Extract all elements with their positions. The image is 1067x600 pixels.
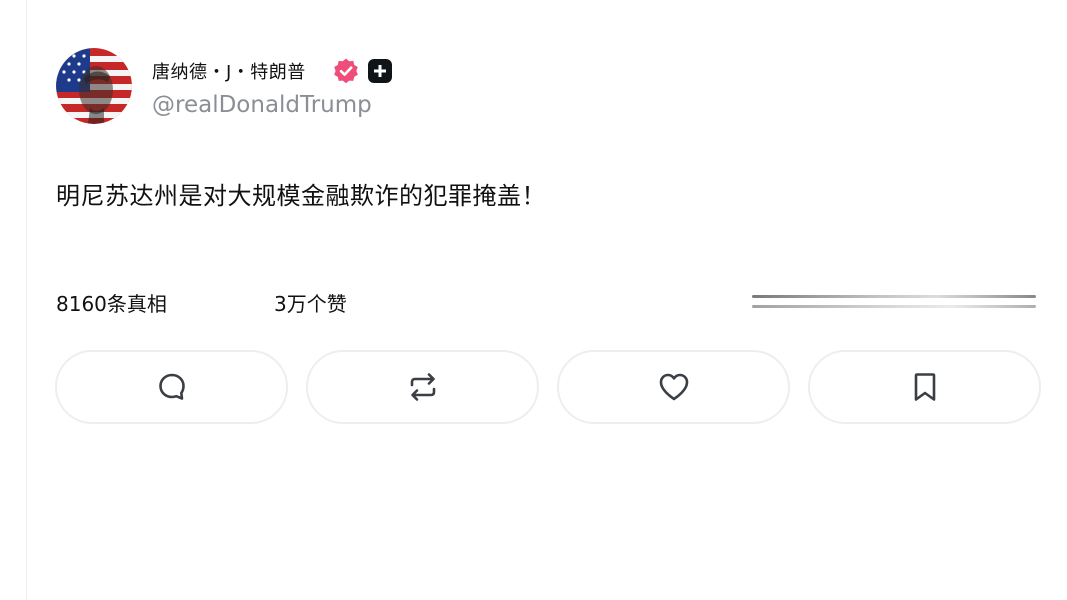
post-header: 唐纳德・J・特朗普 @realDonaldTrump xyxy=(56,48,392,124)
retruth-button[interactable] xyxy=(306,350,539,424)
post-text: 明尼苏达州是对大规模金融欺诈的犯罪掩盖！ xyxy=(56,182,546,210)
name-row: 唐纳德・J・特朗普 xyxy=(152,56,392,86)
blurred-line xyxy=(752,295,1036,298)
retruth-icon xyxy=(410,373,435,401)
avatar[interactable] xyxy=(56,48,132,124)
likes-count[interactable]: 3万个赞 xyxy=(274,288,347,317)
truths-count[interactable]: 8160条真相 xyxy=(56,288,274,317)
bookmark-button[interactable] xyxy=(808,350,1041,424)
card-edge xyxy=(26,0,27,600)
display-name[interactable]: 唐纳德・J・特朗普 xyxy=(152,58,306,84)
post-card: 唐纳德・J・特朗普 @realDonaldTrump 明尼苏达州是对大规模金融欺… xyxy=(0,0,1067,600)
user-info: 唐纳德・J・特朗普 @realDonaldTrump xyxy=(152,48,392,118)
post-stats: 8160条真相 3万个赞 xyxy=(56,288,347,317)
blurred-line xyxy=(752,305,1036,308)
action-bar xyxy=(55,350,1041,424)
reply-button[interactable] xyxy=(55,350,288,424)
verified-badge-icon xyxy=(334,58,358,84)
like-icon xyxy=(659,373,688,401)
reply-icon xyxy=(158,373,185,400)
like-button[interactable] xyxy=(557,350,790,424)
user-handle[interactable]: @realDonaldTrump xyxy=(152,92,392,118)
blurred-timestamp xyxy=(752,292,1036,312)
avatar-image xyxy=(56,48,132,124)
plus-badge-icon xyxy=(367,59,392,83)
bookmark-icon xyxy=(914,373,935,401)
